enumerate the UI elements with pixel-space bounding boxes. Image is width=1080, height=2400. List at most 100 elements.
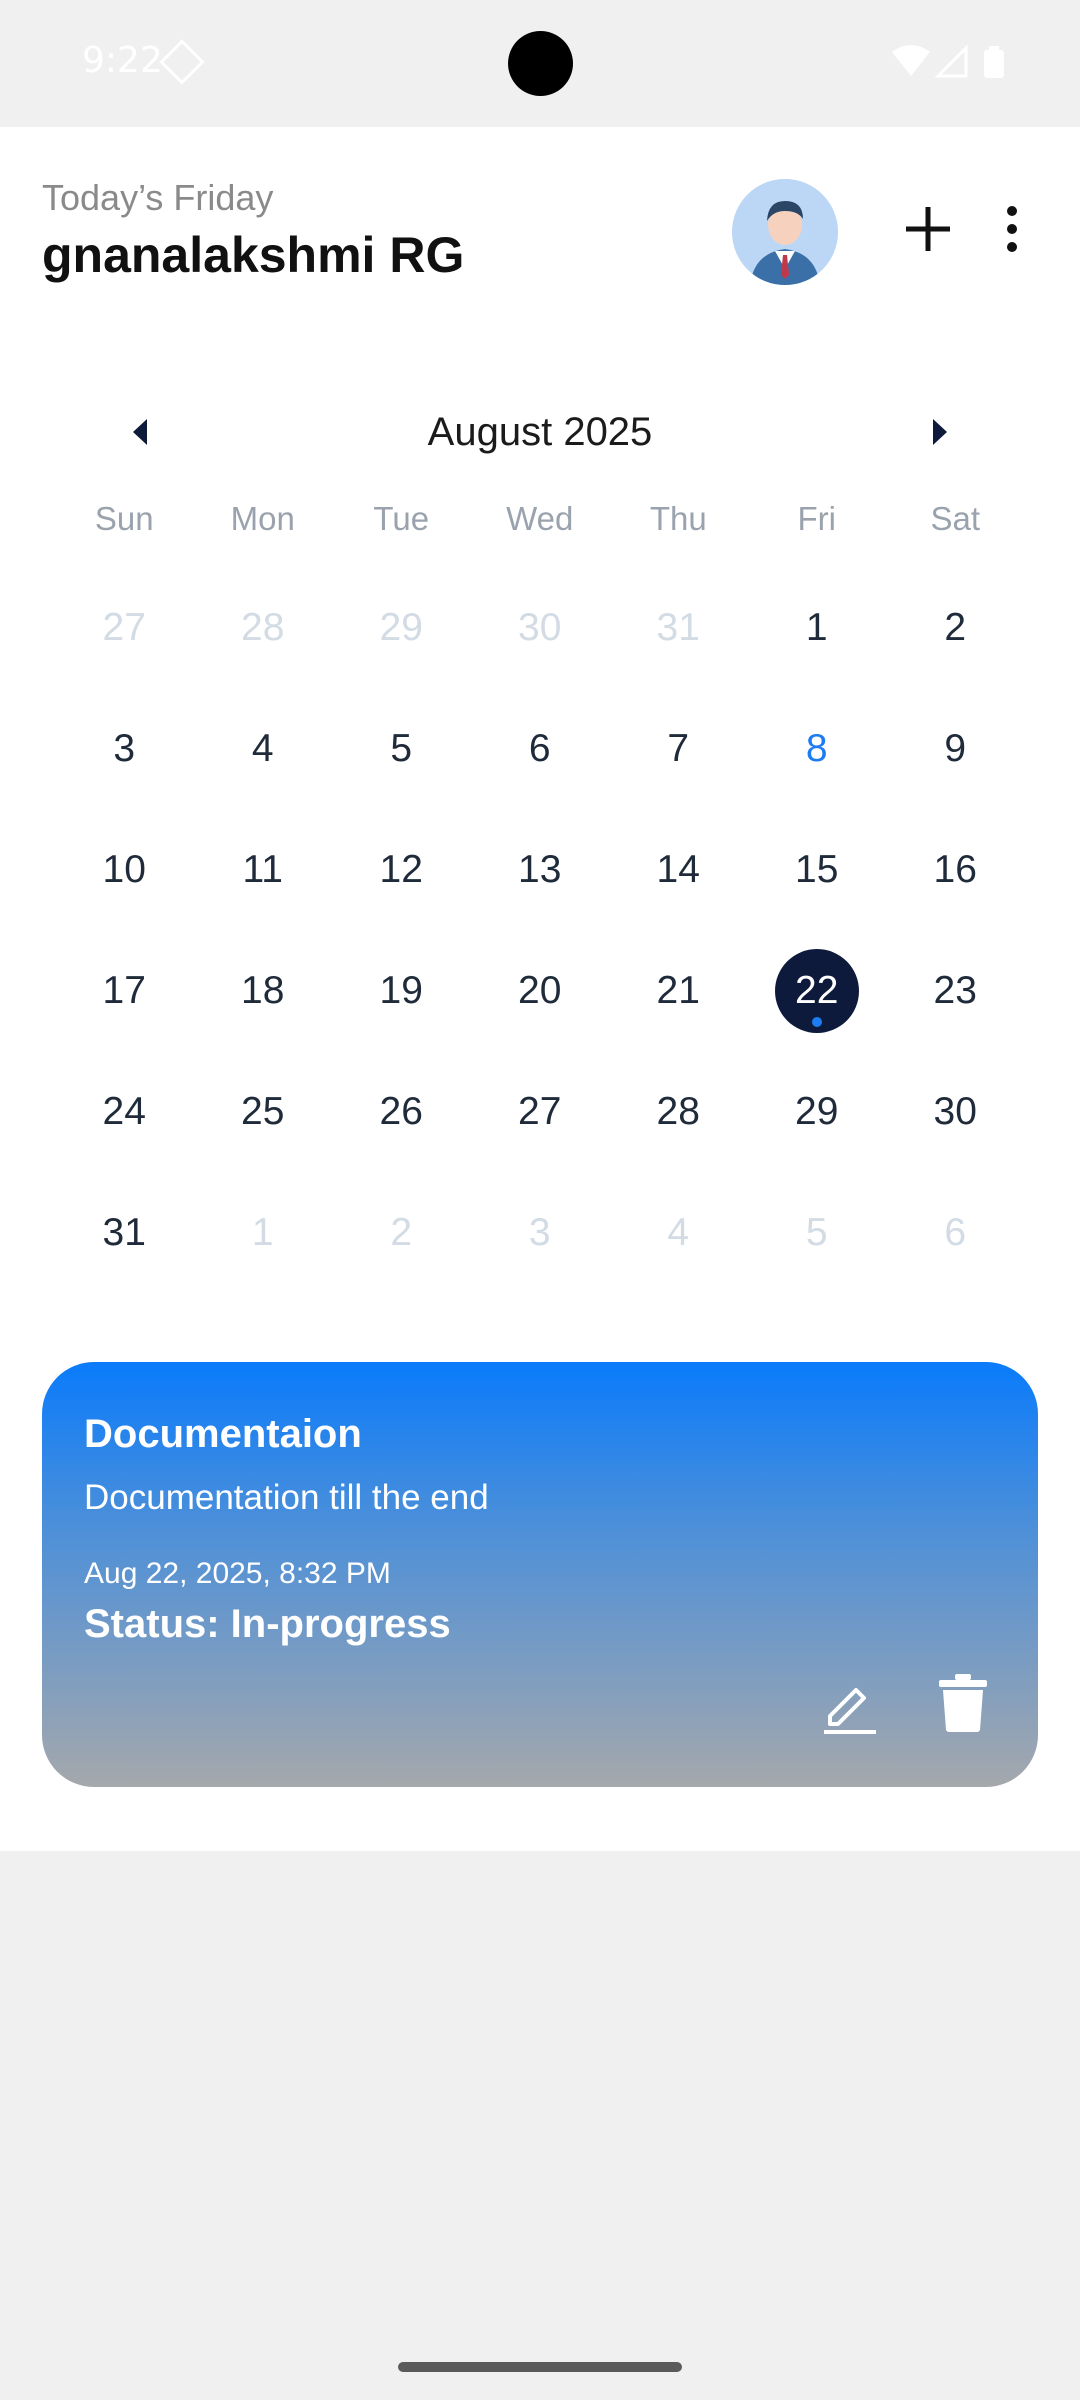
day-number: 28 xyxy=(656,1089,700,1133)
day-number: 30 xyxy=(518,605,562,649)
more-options-button[interactable] xyxy=(990,199,1034,259)
task-datetime: Aug 22, 2025, 8:32 PM xyxy=(84,1557,391,1590)
day-cell[interactable]: 8 xyxy=(748,688,887,809)
day-number: 6 xyxy=(528,726,551,770)
day-number: 19 xyxy=(379,968,423,1012)
day-cell[interactable]: 26 xyxy=(332,1051,471,1172)
trash-icon xyxy=(939,1674,987,1732)
day-cell-selected[interactable]: 22 xyxy=(748,930,887,1051)
more-vert-icon xyxy=(1007,206,1017,252)
day-number: 28 xyxy=(241,605,285,649)
day-number: 16 xyxy=(933,847,977,891)
day-cell[interactable]: 14 xyxy=(609,809,748,930)
edit-icon xyxy=(824,1688,876,1734)
day-cell[interactable]: 11 xyxy=(194,809,333,930)
plus-icon xyxy=(906,207,950,251)
day-cell[interactable]: 4 xyxy=(194,688,333,809)
day-cell[interactable]: 3 xyxy=(471,1172,610,1293)
status-time: 9:22 xyxy=(82,40,163,81)
avatar[interactable] xyxy=(732,179,838,285)
day-cell[interactable]: 31 xyxy=(609,567,748,688)
day-cell[interactable]: 4 xyxy=(609,1172,748,1293)
day-number: 25 xyxy=(241,1089,285,1133)
day-cell[interactable]: 30 xyxy=(886,1051,1025,1172)
day-number: 14 xyxy=(656,847,700,891)
day-cell[interactable]: 30 xyxy=(471,567,610,688)
day-cell[interactable]: 19 xyxy=(332,930,471,1051)
day-number: 18 xyxy=(241,968,285,1012)
add-task-button[interactable] xyxy=(898,199,958,259)
day-cell[interactable]: 29 xyxy=(332,567,471,688)
day-cell[interactable]: 23 xyxy=(886,930,1025,1051)
day-cell[interactable]: 27 xyxy=(471,1051,610,1172)
day-cell[interactable]: 17 xyxy=(55,930,194,1051)
day-cell[interactable]: 27 xyxy=(55,567,194,688)
day-cell[interactable]: 16 xyxy=(886,809,1025,930)
day-number: 10 xyxy=(102,847,146,891)
day-cell[interactable]: 28 xyxy=(194,567,333,688)
next-month-button[interactable] xyxy=(915,392,965,472)
status-bar: 9:22 xyxy=(0,0,1080,127)
chevron-right-icon xyxy=(933,419,947,445)
day-cell[interactable]: 28 xyxy=(609,1051,748,1172)
day-cell[interactable]: 13 xyxy=(471,809,610,930)
task-card[interactable]: Documentaion Documentation till the end … xyxy=(42,1362,1038,1787)
day-number: 1 xyxy=(251,1210,274,1254)
event-dot xyxy=(811,1017,822,1027)
day-number: 29 xyxy=(379,605,423,649)
header-subtitle: Today’s Friday xyxy=(42,177,274,218)
day-cell[interactable]: 21 xyxy=(609,930,748,1051)
day-cell[interactable]: 5 xyxy=(332,688,471,809)
day-cell[interactable]: 6 xyxy=(471,688,610,809)
weekday-label: Mon xyxy=(230,500,295,537)
day-number: 13 xyxy=(518,847,562,891)
day-cell[interactable]: 2 xyxy=(332,1172,471,1293)
day-cell[interactable]: 12 xyxy=(332,809,471,930)
day-cell[interactable]: 10 xyxy=(55,809,194,930)
day-cell[interactable]: 9 xyxy=(886,688,1025,809)
day-cell[interactable]: 15 xyxy=(748,809,887,930)
day-cell[interactable]: 1 xyxy=(194,1172,333,1293)
day-number: 31 xyxy=(656,605,700,649)
day-number: 3 xyxy=(113,726,136,770)
day-cell[interactable]: 1 xyxy=(748,567,887,688)
day-number: 20 xyxy=(518,968,562,1012)
day-cell[interactable]: 29 xyxy=(748,1051,887,1172)
calendar-grid: 27 28 29 30 31 1 2 3 4 5 6 7 8 9 10 11 12 13 14 15 16 17 18 19 2… xyxy=(55,567,1025,1293)
signal-icon xyxy=(934,44,968,78)
day-number: 4 xyxy=(251,726,274,770)
day-cell[interactable]: 20 xyxy=(471,930,610,1051)
day-number: 29 xyxy=(795,1089,839,1133)
day-cell[interactable]: 24 xyxy=(55,1051,194,1172)
camera-cutout xyxy=(508,31,573,96)
weekday-label: Fri xyxy=(797,500,836,537)
day-number: 2 xyxy=(390,1210,413,1254)
day-number: 17 xyxy=(102,968,146,1012)
day-cell[interactable]: 25 xyxy=(194,1051,333,1172)
task-status: Status: In-progress xyxy=(84,1602,451,1646)
battery-icon xyxy=(984,46,1004,78)
day-number: 26 xyxy=(379,1089,423,1133)
delete-task-button[interactable] xyxy=(935,1672,991,1734)
notification-icon xyxy=(159,39,205,85)
day-cell[interactable]: 6 xyxy=(886,1172,1025,1293)
day-cell[interactable]: 5 xyxy=(748,1172,887,1293)
day-cell[interactable]: 7 xyxy=(609,688,748,809)
day-number: 8 xyxy=(805,726,828,770)
day-cell[interactable]: 31 xyxy=(55,1172,194,1293)
day-cell[interactable]: 3 xyxy=(55,688,194,809)
calendar-header: August 2025 xyxy=(0,392,1080,472)
day-number: 5 xyxy=(390,726,413,770)
weekday-header: Sun Mon Tue Wed Thu Fri Sat xyxy=(55,500,1025,538)
edit-task-button[interactable] xyxy=(818,1674,880,1736)
day-cell[interactable]: 2 xyxy=(886,567,1025,688)
day-number: 5 xyxy=(805,1210,828,1254)
day-number: 27 xyxy=(102,605,146,649)
wifi-icon xyxy=(892,45,930,76)
avatar-person-icon xyxy=(732,179,838,285)
previous-month-button[interactable] xyxy=(115,392,165,472)
weekday-label: Tue xyxy=(373,500,430,537)
day-number: 9 xyxy=(944,726,967,770)
day-cell[interactable]: 18 xyxy=(194,930,333,1051)
home-indicator[interactable] xyxy=(398,2362,682,2372)
